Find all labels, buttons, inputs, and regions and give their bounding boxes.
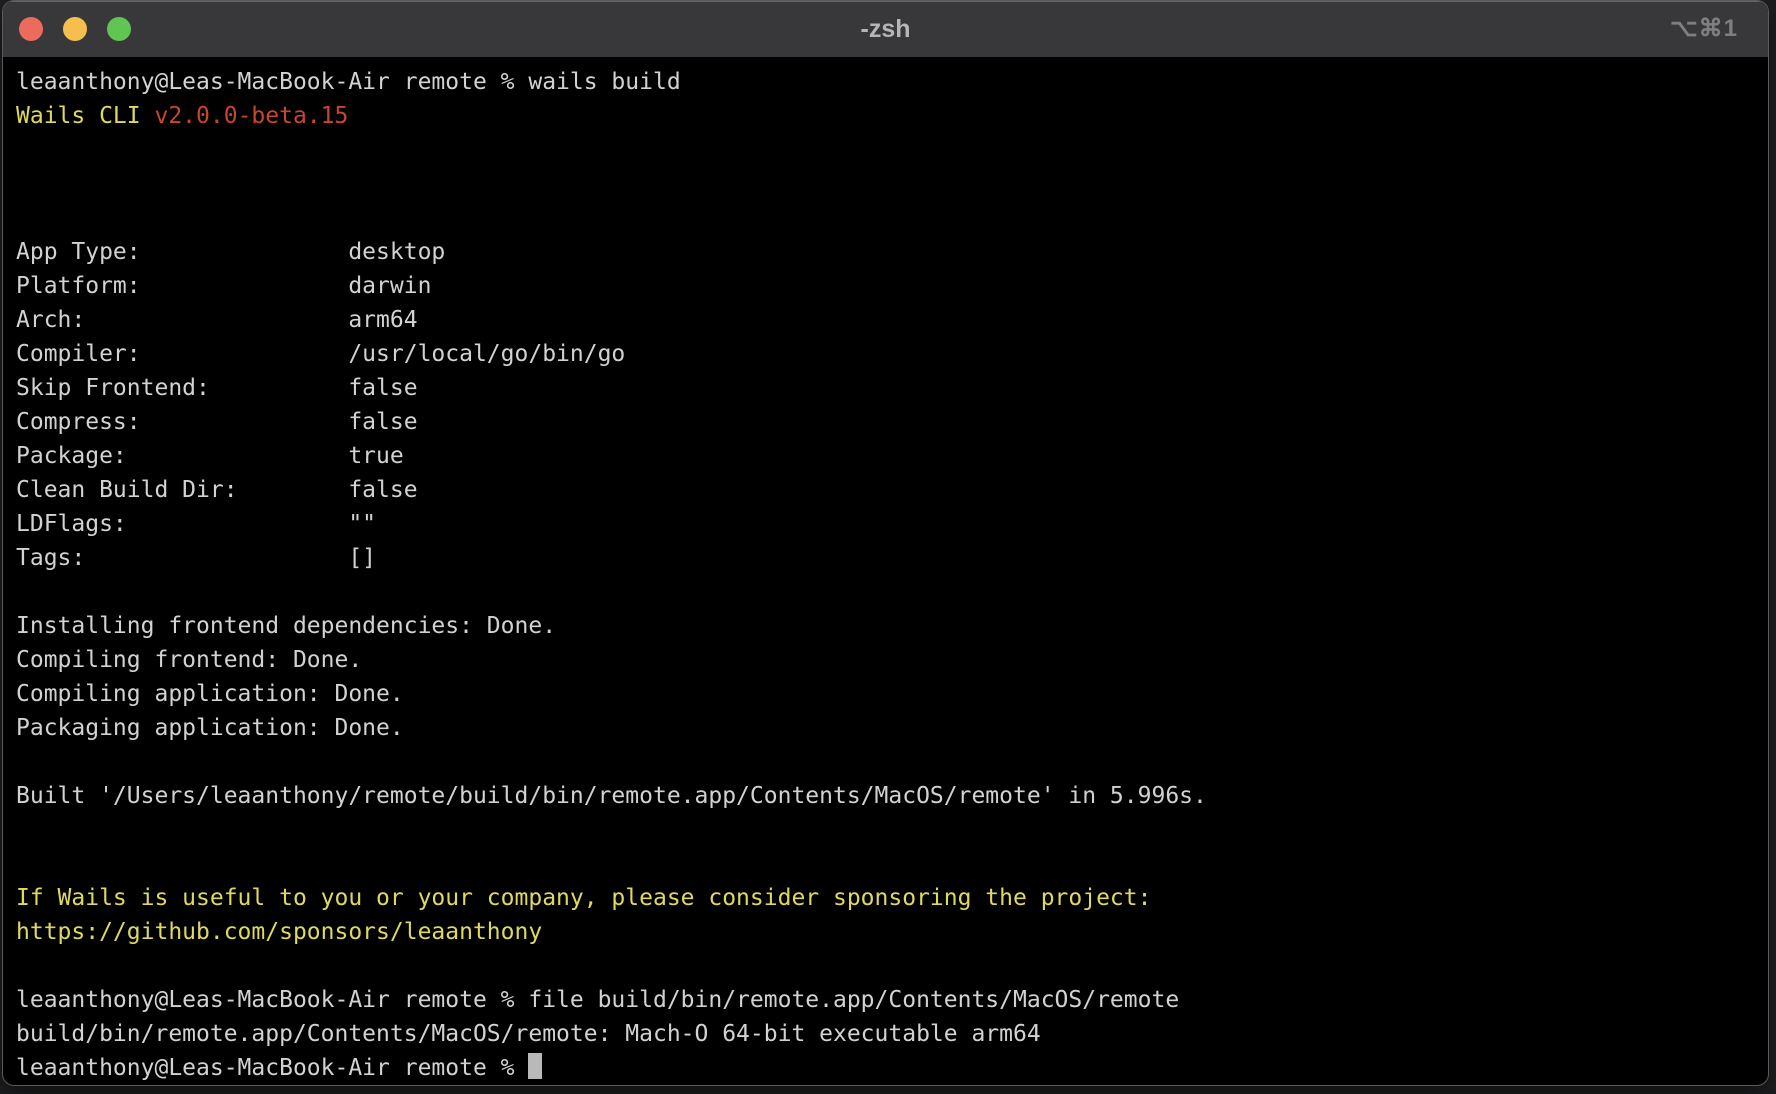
terminal-line <box>16 745 1768 779</box>
terminal-line <box>16 949 1768 983</box>
terminal-line: Arch: arm64 <box>16 303 1768 337</box>
terminal-text: Packaging application: Done. <box>16 715 404 741</box>
close-button[interactable] <box>19 17 43 41</box>
terminal-text: Tags: [] <box>16 545 376 571</box>
terminal-line: Packaging application: Done. <box>16 711 1768 745</box>
terminal-line <box>16 133 1768 167</box>
wails-version: v2.0.0-beta.15 <box>154 103 348 129</box>
terminal-line: Installing frontend dependencies: Done. <box>16 609 1768 643</box>
title-bar[interactable]: -zsh ⌥⌘1 <box>3 1 1768 57</box>
terminal-text: Platform: darwin <box>16 273 431 299</box>
terminal-text: leaanthony@Leas-MacBook-Air remote % fil… <box>16 987 1179 1013</box>
terminal-line: leaanthony@Leas-MacBook-Air remote % wai… <box>16 65 1768 99</box>
terminal-line <box>16 813 1768 847</box>
terminal-line: Tags: [] <box>16 541 1768 575</box>
terminal-text: Package: true <box>16 443 404 469</box>
terminal-line: Compiling frontend: Done. <box>16 643 1768 677</box>
terminal-line: Clean Build Dir: false <box>16 473 1768 507</box>
terminal-text: Arch: arm64 <box>16 307 418 333</box>
terminal-text: Clean Build Dir: false <box>16 477 418 503</box>
terminal-line: Platform: darwin <box>16 269 1768 303</box>
terminal-line: Compress: false <box>16 405 1768 439</box>
terminal-line: App Type: desktop <box>16 235 1768 269</box>
terminal-text: build/bin/remote.app/Contents/MacOS/remo… <box>16 1021 1041 1047</box>
terminal-text: leaanthony@Leas-MacBook-Air remote % wai… <box>16 69 681 95</box>
sponsor-url[interactable]: https://github.com/sponsors/leaanthony <box>16 919 542 945</box>
terminal-line: LDFlags: "" <box>16 507 1768 541</box>
terminal-line: Compiling application: Done. <box>16 677 1768 711</box>
terminal-window: -zsh ⌥⌘1 leaanthony@Leas-MacBook-Air rem… <box>2 0 1769 1086</box>
terminal-line: https://github.com/sponsors/leaanthony <box>16 915 1768 949</box>
terminal-line: build/bin/remote.app/Contents/MacOS/remo… <box>16 1017 1768 1051</box>
traffic-lights <box>3 17 131 41</box>
terminal-line: Compiler: /usr/local/go/bin/go <box>16 337 1768 371</box>
terminal-cursor <box>528 1053 542 1079</box>
terminal-text: Compiling frontend: Done. <box>16 647 362 673</box>
terminal-line: Package: true <box>16 439 1768 473</box>
terminal-line: If Wails is useful to you or your compan… <box>16 881 1768 915</box>
wails-cli-label: Wails CLI <box>16 103 154 129</box>
terminal-text: LDFlags: "" <box>16 511 376 537</box>
terminal-line <box>16 575 1768 609</box>
terminal-text: Built '/Users/leaanthony/remote/build/bi… <box>16 783 1207 809</box>
window-shortcut-badge: ⌥⌘1 <box>1670 1 1738 57</box>
terminal-line <box>16 201 1768 235</box>
terminal-text: Compress: false <box>16 409 418 435</box>
terminal-line: leaanthony@Leas-MacBook-Air remote % <box>16 1051 1768 1085</box>
terminal-text: Compiler: /usr/local/go/bin/go <box>16 341 625 367</box>
minimize-button[interactable] <box>63 17 87 41</box>
terminal-line <box>16 847 1768 881</box>
terminal-output[interactable]: leaanthony@Leas-MacBook-Air remote % wai… <box>3 57 1768 1085</box>
terminal-line: Built '/Users/leaanthony/remote/build/bi… <box>16 779 1768 813</box>
terminal-line: Wails CLI v2.0.0-beta.15 <box>16 99 1768 133</box>
sponsor-message: If Wails is useful to you or your compan… <box>16 885 1151 911</box>
terminal-line <box>16 167 1768 201</box>
terminal-text: Skip Frontend: false <box>16 375 418 401</box>
terminal-line: leaanthony@Leas-MacBook-Air remote % fil… <box>16 983 1768 1017</box>
terminal-text: Compiling application: Done. <box>16 681 404 707</box>
terminal-text: App Type: desktop <box>16 239 445 265</box>
zoom-button[interactable] <box>107 17 131 41</box>
terminal-text: leaanthony@Leas-MacBook-Air remote % <box>16 1055 528 1081</box>
window-title: -zsh <box>3 1 1768 57</box>
terminal-line: Skip Frontend: false <box>16 371 1768 405</box>
terminal-text: Installing frontend dependencies: Done. <box>16 613 556 639</box>
